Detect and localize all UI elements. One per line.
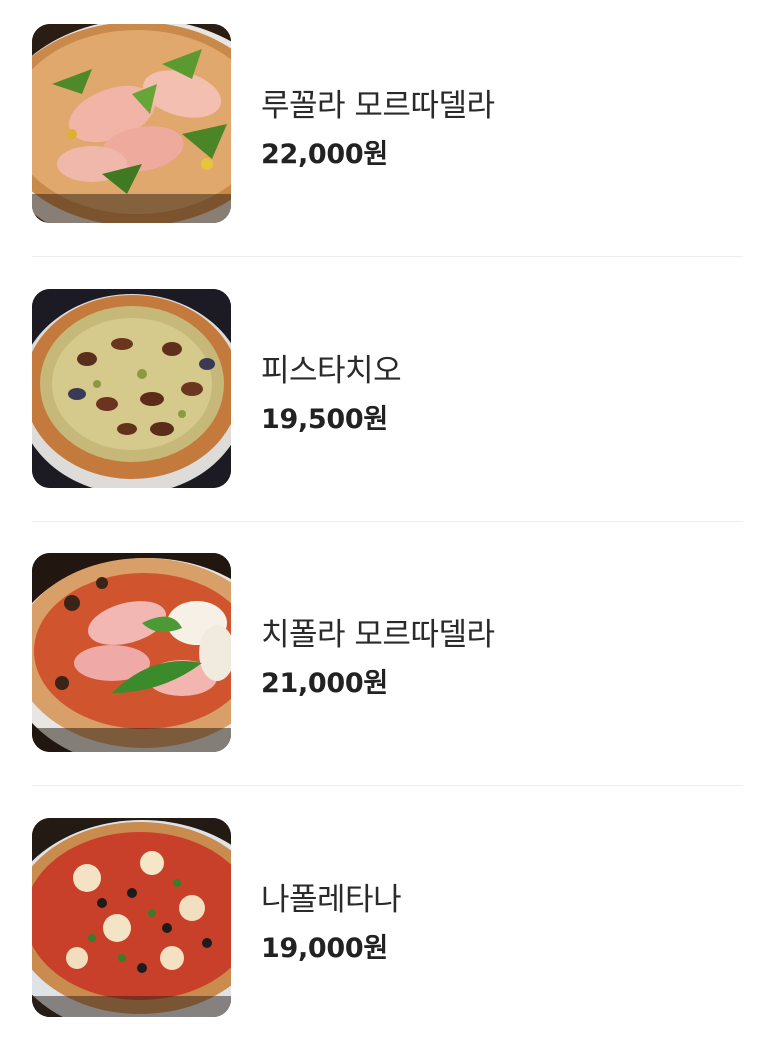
- menu-item-name: 치폴라 모르따델라: [261, 617, 495, 653]
- menu-item-image: [32, 289, 231, 488]
- menu-item[interactable]: 피스타치오 19,500원: [0, 289, 773, 489]
- menu-item-price: 19,500원: [261, 404, 388, 435]
- divider: [32, 256, 743, 257]
- divider: [32, 521, 743, 522]
- menu-item-image: [32, 553, 231, 752]
- menu-item-name: 루꼴라 모르따델라: [261, 88, 495, 124]
- menu-item[interactable]: 치폴라 모르따델라 21,000원: [0, 553, 773, 753]
- menu-list: 루꼴라 모르따델라 22,000원 피스타치오 19,500원 치폴라 모르따델…: [0, 0, 773, 1040]
- divider: [32, 785, 743, 786]
- menu-item[interactable]: 루꼴라 모르따델라 22,000원: [0, 24, 773, 224]
- menu-item-name: 피스타치오: [261, 353, 402, 389]
- menu-item-price: 22,000원: [261, 139, 388, 170]
- menu-item-image: [32, 24, 231, 223]
- menu-item-image: [32, 818, 231, 1017]
- menu-item-name: 나폴레타나: [261, 882, 402, 918]
- menu-item[interactable]: 나폴레타나 19,000원: [0, 818, 773, 1018]
- menu-item-price: 19,000원: [261, 933, 388, 964]
- menu-item-price: 21,000원: [261, 668, 388, 699]
